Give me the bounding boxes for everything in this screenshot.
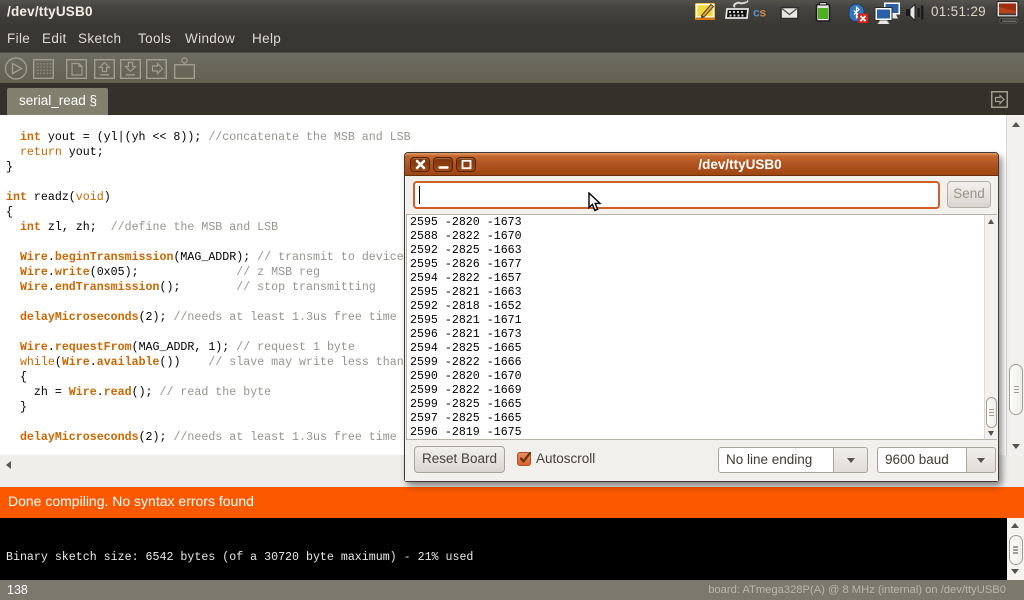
svg-text:s: s	[760, 6, 767, 20]
